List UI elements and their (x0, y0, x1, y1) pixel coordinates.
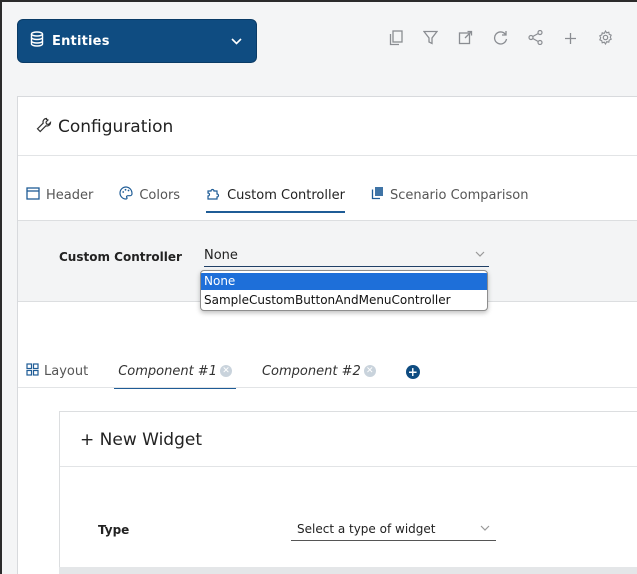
tab-label: Colors (139, 187, 181, 203)
divider (60, 466, 637, 467)
new-widget-title[interactable]: + New Widget (80, 430, 202, 450)
tab-label: Scenario Comparison (389, 187, 529, 203)
configuration-tabs: Header Colors Custom Controller Scenario… (26, 183, 554, 213)
dropdown-option-none[interactable]: None (201, 273, 487, 290)
card-footer (59, 567, 637, 574)
palette-icon (119, 186, 133, 204)
chevron-down-icon (480, 521, 490, 534)
custom-controller-dropdown-list: None SampleCustomButtonAndMenuController (200, 270, 488, 311)
chevron-down-icon (475, 247, 485, 260)
grid-icon (26, 362, 39, 380)
type-label: Type (98, 523, 130, 537)
tab-scenario-comparison[interactable]: Scenario Comparison (371, 183, 528, 207)
custom-controller-select[interactable]: None (204, 247, 489, 267)
tab-label: Custom Controller (227, 187, 345, 203)
entities-label: Entities (52, 33, 110, 49)
divider (18, 387, 637, 388)
dropdown-option-sample-controller[interactable]: SampleCustomButtonAndMenuController (201, 292, 487, 309)
top-toolbar: Entities (2, 2, 637, 78)
tab-label: Layout (44, 363, 89, 379)
tab-colors[interactable]: Colors (119, 183, 180, 207)
plus-circle-icon: + (405, 364, 420, 379)
copy-icon[interactable] (378, 30, 413, 50)
configuration-title: Configuration (58, 117, 174, 137)
open-external-icon[interactable] (448, 30, 483, 50)
tab-label: Component #1 (118, 363, 217, 379)
add-icon[interactable] (553, 30, 588, 50)
tab-label: Component #2 (261, 363, 361, 379)
refresh-icon[interactable] (483, 30, 518, 50)
layout-tabs: Layout Component #1 ✕ Component #2 ✕ + (26, 359, 450, 389)
custom-controller-label: Custom Controller (59, 250, 182, 264)
tab-custom-controller[interactable]: Custom Controller (206, 183, 345, 213)
toolbar-icons (378, 29, 623, 50)
copy-icon (371, 186, 384, 204)
configuration-panel: Configuration Header Colors Custom Contr… (17, 96, 637, 574)
add-component-button[interactable]: + (405, 359, 420, 383)
tab-label: Header (46, 187, 94, 203)
wrench-icon (36, 117, 52, 137)
puzzle-icon (206, 186, 221, 204)
close-icon[interactable]: ✕ (219, 365, 232, 377)
database-icon (30, 31, 44, 51)
filter-icon[interactable] (413, 30, 448, 50)
widget-type-select[interactable]: Select a type of widget (291, 521, 496, 541)
widget-type-placeholder: Select a type of widget (297, 522, 436, 536)
tab-component-2[interactable]: Component #2 ✕ (262, 359, 376, 383)
tab-layout[interactable]: Layout (26, 359, 88, 383)
share-icon[interactable] (518, 29, 553, 50)
tab-component-1[interactable]: Component #1 ✕ (114, 359, 236, 389)
close-icon[interactable]: ✕ (363, 365, 376, 377)
tab-header[interactable]: Header (26, 183, 93, 207)
divider (18, 155, 637, 156)
configuration-header: Configuration (36, 117, 173, 137)
new-widget-card: + New Widget Type Select a type of widge… (59, 411, 637, 574)
custom-controller-value: None (204, 248, 238, 263)
window-icon (26, 186, 40, 204)
settings-icon[interactable] (588, 29, 623, 50)
entities-dropdown-button[interactable]: Entities (17, 19, 257, 63)
chevron-down-icon (231, 34, 242, 48)
